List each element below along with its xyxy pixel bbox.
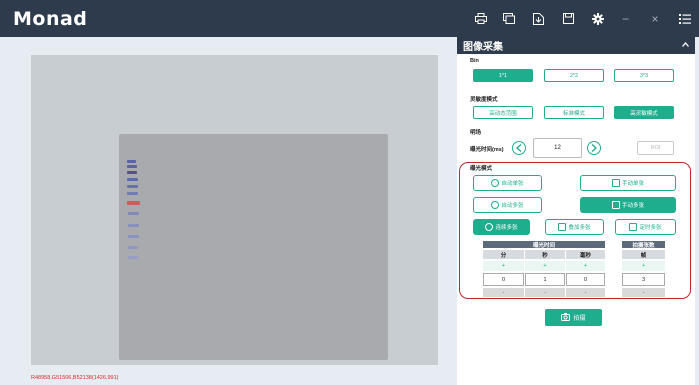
- close-icon[interactable]: ×: [640, 0, 670, 37]
- bin-label: Bin: [470, 58, 479, 64]
- frames-minus-button[interactable]: -: [622, 288, 665, 297]
- ladder-band: [128, 246, 138, 249]
- continuous-multi-label: 连续多张: [495, 225, 518, 231]
- high-sensitivity-button[interactable]: 高灵敏模式: [614, 106, 674, 119]
- manual-single-label: 手动单张: [621, 181, 644, 187]
- overlay-multi-label: 叠加多张: [568, 225, 591, 231]
- auto-multi-label: 自动多张: [501, 203, 524, 209]
- image-viewer[interactable]: [0, 37, 455, 385]
- timer-icon: [629, 223, 638, 231]
- exposure-time-label: 曝光时间(ms): [470, 147, 504, 153]
- ladder-band: [127, 201, 140, 205]
- manual-multi-label: 手动多张: [621, 203, 644, 209]
- auto-single-button[interactable]: 自动单张: [473, 175, 542, 191]
- minimize-icon[interactable]: −: [611, 0, 640, 37]
- ladder-band: [127, 171, 137, 174]
- circle-icon: [491, 179, 500, 187]
- bin-3x3-button[interactable]: 3*3: [614, 69, 674, 82]
- roi-button[interactable]: ROI: [637, 141, 674, 155]
- col-frames: 帧: [622, 250, 665, 259]
- frame-icon: [611, 201, 620, 209]
- layers-icon: [558, 223, 567, 231]
- ladder-band: [127, 185, 138, 188]
- save-icon[interactable]: [553, 0, 584, 37]
- exposure-time-header: 曝光时间: [483, 241, 605, 249]
- seconds-input[interactable]: 1: [525, 273, 565, 286]
- ms-input[interactable]: 0: [566, 273, 605, 286]
- brightfield-label: 明场: [470, 130, 482, 136]
- toolbar: − ×: [469, 0, 699, 37]
- circle-icon: [491, 201, 500, 209]
- seconds-minus-button[interactable]: -: [525, 288, 565, 297]
- col-seconds: 秒: [525, 250, 565, 259]
- exposure-mode-label: 曝光模式: [470, 166, 493, 172]
- print-icon[interactable]: [469, 0, 493, 37]
- ladder-band: [127, 178, 138, 181]
- col-minutes: 分: [483, 250, 524, 259]
- exposure-increase-button[interactable]: [587, 141, 601, 155]
- minutes-input[interactable]: 0: [483, 273, 524, 286]
- ms-plus-button[interactable]: +: [566, 261, 605, 271]
- panel-header[interactable]: 图像采集: [457, 37, 695, 54]
- membrane-image: [119, 134, 388, 360]
- minutes-minus-button[interactable]: -: [483, 288, 524, 297]
- frame-icon: [611, 179, 620, 187]
- frames-plus-button[interactable]: +: [622, 261, 665, 271]
- bin-1x1-button[interactable]: 1*1: [473, 69, 533, 82]
- app-logo: Monad: [13, 7, 88, 30]
- seconds-plus-button[interactable]: +: [525, 261, 565, 271]
- standard-mode-button[interactable]: 标准模式: [544, 106, 604, 119]
- menu-list-icon[interactable]: [670, 0, 699, 37]
- ladder-band: [127, 160, 136, 163]
- exposure-time-input[interactable]: 12: [533, 138, 582, 158]
- overlay-multi-button[interactable]: 叠加多张: [545, 219, 604, 235]
- frames-input[interactable]: 3: [622, 273, 665, 286]
- ladder-band: [127, 192, 138, 195]
- title-bar: Monad − ×: [0, 0, 699, 37]
- bin-2x2-button[interactable]: 2*2: [544, 69, 604, 82]
- export-icon[interactable]: [524, 0, 553, 37]
- ladder-band: [128, 235, 139, 238]
- capture-button[interactable]: 拍摄: [545, 309, 602, 326]
- gear-icon[interactable]: [584, 0, 611, 37]
- timed-multi-label: 定时多张: [639, 225, 662, 231]
- capture-label: 拍摄: [573, 316, 586, 322]
- manual-single-button[interactable]: 手动单张: [580, 175, 676, 191]
- manual-multi-button[interactable]: 手动多张: [580, 197, 676, 213]
- ladder-band: [127, 165, 137, 168]
- collapse-icon[interactable]: [682, 42, 689, 49]
- pixel-info-status: R48958,G51506,B52138(1426,991): [31, 375, 119, 381]
- auto-single-label: 自动单张: [501, 181, 524, 187]
- camera-icon: [561, 312, 571, 323]
- continuous-icon: [485, 223, 494, 231]
- window-icon[interactable]: [493, 0, 524, 37]
- high-dynamic-range-button[interactable]: 高动态范围: [473, 106, 533, 119]
- image-canvas[interactable]: [31, 55, 438, 365]
- auto-multi-button[interactable]: 自动多张: [473, 197, 542, 213]
- minutes-plus-button[interactable]: +: [483, 261, 524, 271]
- exposure-decrease-button[interactable]: [512, 141, 526, 155]
- col-milliseconds: 毫秒: [566, 250, 605, 259]
- shot-count-header: 拍摄张数: [622, 241, 665, 249]
- panel-title: 图像采集: [463, 42, 503, 53]
- ms-minus-button[interactable]: -: [566, 288, 605, 297]
- ladder-band: [128, 212, 139, 215]
- timed-multi-button[interactable]: 定时多张: [615, 219, 676, 235]
- ladder-band: [128, 256, 138, 259]
- continuous-multi-button[interactable]: 连续多张: [473, 219, 530, 235]
- sensitivity-label: 灵敏度模式: [470, 97, 498, 103]
- ladder-band: [128, 224, 139, 227]
